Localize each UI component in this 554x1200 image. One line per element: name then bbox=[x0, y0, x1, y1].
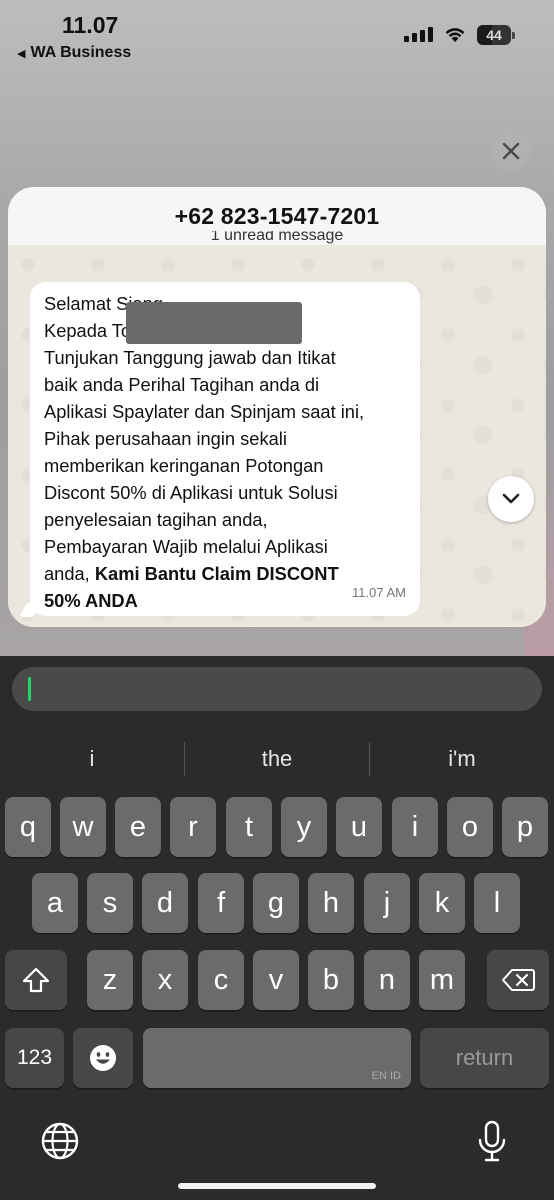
scroll-down-button[interactable] bbox=[488, 476, 534, 522]
back-arrow-icon: ◀ bbox=[17, 47, 26, 60]
suggestion-divider bbox=[369, 742, 370, 776]
back-to-app-link[interactable]: ◀ WA Business bbox=[17, 44, 131, 62]
key-z[interactable]: z bbox=[87, 950, 133, 1010]
home-indicator[interactable] bbox=[178, 1183, 376, 1189]
key-v[interactable]: v bbox=[253, 950, 299, 1010]
key-q[interactable]: q bbox=[5, 797, 51, 857]
key-f[interactable]: f bbox=[198, 873, 244, 933]
key-k[interactable]: k bbox=[419, 873, 465, 933]
key-u[interactable]: u bbox=[336, 797, 382, 857]
delete-key[interactable] bbox=[487, 950, 549, 1010]
language-indicator: EN ID bbox=[371, 1070, 401, 1082]
dictation-button[interactable] bbox=[475, 1119, 509, 1165]
suggestion-divider bbox=[184, 742, 185, 776]
back-app-label: WA Business bbox=[30, 44, 132, 61]
status-time: 11.07 bbox=[62, 12, 119, 38]
key-y[interactable]: y bbox=[281, 797, 327, 857]
key-s[interactable]: s bbox=[87, 873, 133, 933]
return-key[interactable]: return bbox=[420, 1028, 549, 1088]
battery-level: 44 bbox=[486, 27, 502, 43]
suggestion-item[interactable]: i'm bbox=[370, 722, 554, 796]
key-a[interactable]: a bbox=[32, 873, 78, 933]
key-r[interactable]: r bbox=[170, 797, 216, 857]
key-w[interactable]: w bbox=[60, 797, 106, 857]
contact-number: +62 823-1547-7201 bbox=[174, 202, 380, 229]
message-bubble[interactable]: Selamat Siang Kepada Tolong Tunjukan Tan… bbox=[30, 282, 420, 616]
key-i[interactable]: i bbox=[392, 797, 438, 857]
chevron-down-icon bbox=[502, 493, 520, 504]
key-g[interactable]: g bbox=[253, 873, 299, 933]
microphone-icon bbox=[478, 1120, 506, 1162]
key-m[interactable]: m bbox=[419, 950, 465, 1010]
key-d[interactable]: d bbox=[142, 873, 188, 933]
emoji-key[interactable] bbox=[73, 1028, 133, 1088]
globe-icon bbox=[41, 1122, 79, 1160]
key-l[interactable]: l bbox=[474, 873, 520, 933]
key-c[interactable]: c bbox=[198, 950, 244, 1010]
message-input[interactable] bbox=[12, 667, 542, 711]
key-o[interactable]: o bbox=[447, 797, 493, 857]
key-n[interactable]: n bbox=[364, 950, 410, 1010]
battery-indicator: 44 bbox=[477, 25, 515, 45]
suggestion-item[interactable]: the bbox=[185, 722, 369, 796]
cellular-signal-icon bbox=[404, 26, 434, 42]
key-h[interactable]: h bbox=[308, 873, 354, 933]
shift-icon bbox=[22, 967, 50, 993]
message-time: 11.07 AM bbox=[352, 585, 406, 600]
suggestion-item[interactable]: i bbox=[0, 722, 184, 796]
text-caret bbox=[28, 677, 31, 701]
redacted-name bbox=[126, 302, 302, 344]
space-key[interactable]: EN ID bbox=[143, 1028, 411, 1088]
close-icon bbox=[502, 142, 520, 160]
key-x[interactable]: x bbox=[142, 950, 188, 1010]
chat-preview-card[interactable]: +62 823-1547-7201 1 unread message Selam… bbox=[8, 187, 546, 627]
key-t[interactable]: t bbox=[226, 797, 272, 857]
unread-banner: 1 unread message bbox=[210, 231, 344, 244]
globe-button[interactable] bbox=[39, 1120, 81, 1162]
key-b[interactable]: b bbox=[308, 950, 354, 1010]
close-button[interactable] bbox=[491, 131, 531, 171]
wifi-icon bbox=[445, 28, 465, 42]
suggestion-bar: i the i'm bbox=[0, 722, 554, 796]
key-p[interactable]: p bbox=[502, 797, 548, 857]
backspace-icon bbox=[502, 969, 535, 991]
shift-key[interactable] bbox=[5, 950, 67, 1010]
numbers-key[interactable]: 123 bbox=[5, 1028, 64, 1088]
emoji-icon bbox=[90, 1045, 116, 1071]
key-j[interactable]: j bbox=[364, 873, 410, 933]
key-e[interactable]: e bbox=[115, 797, 161, 857]
